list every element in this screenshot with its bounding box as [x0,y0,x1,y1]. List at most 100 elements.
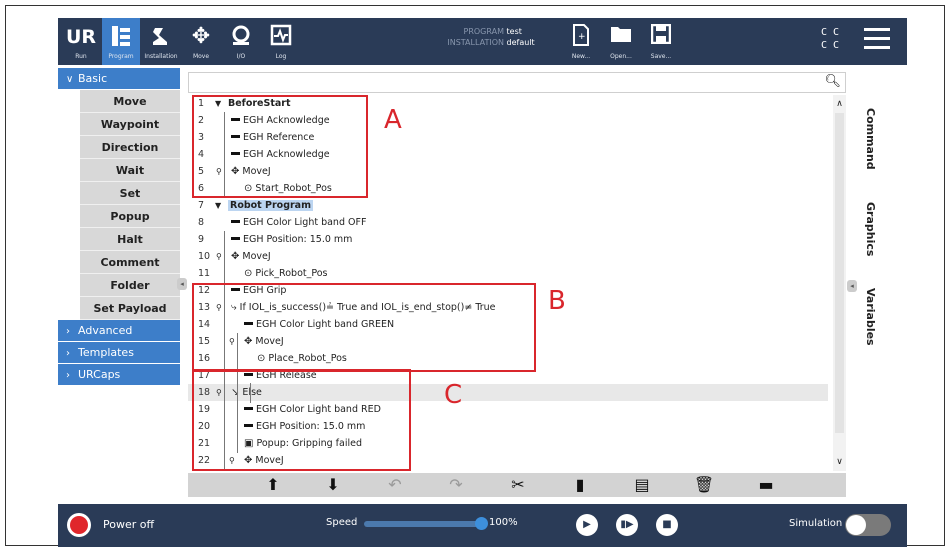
annotation-label-a: A [384,105,402,135]
search-icon[interactable]: 🔍︎ [824,74,841,89]
power-label[interactable]: Power off [103,518,154,531]
hamburger-menu-icon[interactable] [864,28,890,50]
node-folder[interactable]: Folder [80,274,180,297]
move-arrows-icon: ✥ [191,24,211,49]
tree-row[interactable]: 11 ⊙ Pick_Robot_Pos [188,265,828,282]
speed-slider[interactable] [364,521,482,527]
annotation-box-a [192,95,368,198]
bottom-bar: Power off Speed 100% ▶ ▮▶ ■ Simulation [58,504,907,547]
save-button[interactable]: Save... [642,18,680,65]
line-number: 8 [198,217,205,228]
control-status: C C C C [821,27,840,51]
node-popup[interactable]: Popup [80,205,180,228]
open-button[interactable]: Open... [602,18,640,65]
movej-icon: ✥ [231,251,240,262]
line-number: 11 [198,268,211,279]
node-wait[interactable]: Wait [80,159,180,182]
play-icon[interactable]: ▶ [576,514,598,536]
program-info: PROGRAM test INSTALLATION default [447,27,535,47]
program-node-panel: ∨ Basic Move Waypoint Direction Wait Set … [58,68,180,518]
waypoint-icon: ⊙ [244,268,253,279]
robot-arm-icon [142,24,180,50]
installation-tab[interactable]: Installation [142,18,180,65]
category-urcaps[interactable]: › URCaps [58,364,180,386]
collapse-right-panel-handle[interactable]: ◂ [847,280,857,292]
category-basic[interactable]: ∨ Basic [58,68,180,90]
copy-icon[interactable]: ▮ [568,475,592,495]
command-node-icon [231,220,240,223]
line-number: 10 [198,251,211,262]
node-direction[interactable]: Direction [80,136,180,159]
node-halt[interactable]: Halt [80,228,180,251]
category-templates[interactable]: › Templates [58,342,180,364]
program-name: test [506,27,522,36]
tab-variables[interactable]: Variables [864,288,877,346]
new-button[interactable]: + New... [562,18,600,65]
scroll-thumb[interactable] [835,113,844,433]
category-advanced[interactable]: › Advanced [58,320,180,342]
tree-row[interactable]: 7 ▼ Robot Program [188,197,828,214]
tree-scrollbar[interactable]: ∧ ∨ [833,95,846,471]
chevron-right-icon: › [66,370,70,381]
line-number: 7 [198,200,205,211]
tree-row[interactable]: 8 EGH Color Light band OFF [188,214,828,231]
log-tab[interactable]: Log [262,18,300,65]
tab-graphics[interactable]: Graphics [864,202,877,256]
node-set[interactable]: Set [80,182,180,205]
move-down-icon[interactable]: ⬇ [321,475,345,495]
tree-node-label[interactable]: ✥ MoveJ [231,248,271,265]
expand-icon[interactable]: ▼ [215,197,221,214]
tree-node-label[interactable]: ⊙ Pick_Robot_Pos [244,265,328,282]
node-waypoint[interactable]: Waypoint [80,113,180,136]
suppress-icon[interactable]: ▬ [754,475,778,495]
log-icon [262,24,300,50]
scroll-up-icon[interactable]: ∧ [833,97,846,111]
tree-node-label[interactable]: Robot Program [228,197,313,214]
node-comment[interactable]: Comment [80,251,180,274]
basic-items: Move Waypoint Direction Wait Set Popup H… [80,90,180,320]
command-node-icon [231,237,240,240]
tree-node-label[interactable]: EGH Position: 15.0 mm [231,231,352,248]
io-icon [222,24,260,50]
tree-node-text: EGH Color Light band OFF [243,217,367,228]
tree-row[interactable]: 9 EGH Position: 15.0 mm [188,231,828,248]
collapse-pin-icon[interactable]: ⚲ [216,248,222,265]
speed-slider-handle[interactable] [475,517,488,530]
stop-icon[interactable]: ■ [656,514,678,536]
step-icon[interactable]: ▮▶ [616,514,638,536]
tree-node-label[interactable]: EGH Color Light band OFF [231,214,366,231]
cut-icon[interactable]: ✂ [506,475,530,495]
paste-icon[interactable]: ▤ [630,475,654,495]
io-tab[interactable]: I/O [222,18,260,65]
node-move[interactable]: Move [80,90,180,113]
svg-text:+: + [578,32,586,42]
node-set-payload[interactable]: Set Payload [80,297,180,320]
delete-icon[interactable]: 🗑︎ [692,475,716,495]
move-up-icon[interactable]: ⬆ [261,475,285,495]
tree-node-text: MoveJ [242,251,271,262]
right-tabs: Command Graphics Variables [856,70,907,513]
undo-icon[interactable]: ↶ [383,475,407,495]
tab-command[interactable]: Command [864,108,877,170]
top-header: UR Run Program Installation ✥ Move I/O L… [58,18,907,65]
search-input[interactable]: 🔍︎ [188,72,846,93]
scroll-down-icon[interactable]: ∨ [833,455,846,469]
simulation-toggle[interactable] [845,514,891,536]
redo-icon[interactable]: ↷ [444,475,468,495]
collapse-left-panel-handle[interactable]: ◂ [177,278,187,290]
simulation-label: Simulation [789,518,843,529]
power-button-icon[interactable] [67,513,91,537]
tree-node-text: Robot Program [228,200,313,211]
tree-toolbar: ⬆ ⬇ ↶ ↷ ✂ ▮ ▤ 🗑︎ ▬ [188,473,846,497]
ur-logo-icon: UR [65,26,97,48]
tree-row[interactable]: 10 ⚲ ✥ MoveJ [188,248,828,265]
run-button[interactable]: UR Run [62,18,100,65]
polyscope-app: UR Run Program Installation ✥ Move I/O L… [58,18,907,547]
tree-node-text: Pick_Robot_Pos [255,268,328,279]
speed-value: 100% [489,517,518,528]
program-tab[interactable]: Program [102,18,140,65]
chevron-down-icon: ∨ [66,74,74,85]
line-number: 9 [198,234,205,245]
new-file-icon: + [562,24,600,50]
move-tab[interactable]: ✥ Move [182,18,220,65]
